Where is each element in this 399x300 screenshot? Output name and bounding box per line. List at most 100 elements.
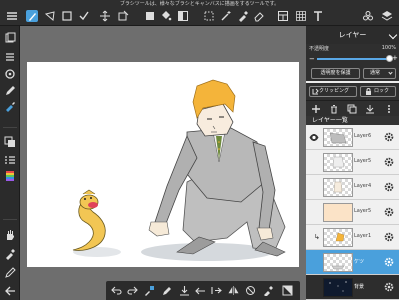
fill-icon[interactable] — [144, 10, 156, 22]
transform-icon[interactable] — [99, 10, 111, 22]
list-icon[interactable] — [4, 154, 16, 166]
square-icon[interactable] — [61, 10, 73, 22]
opacity-control: 不透明度 100% − + — [306, 44, 399, 67]
left-toolbar — [0, 26, 20, 300]
materials-icon[interactable] — [362, 10, 374, 22]
layer-row[interactable]: ↳ Layer1 — [306, 225, 399, 250]
no-touch-icon[interactable] — [245, 285, 256, 296]
grid-icon[interactable] — [295, 10, 307, 22]
pen-icon[interactable] — [4, 85, 16, 97]
layer-name: Layer5 — [354, 158, 372, 164]
minus-icon[interactable]: − — [309, 55, 315, 63]
clipping-label: クリッピング — [319, 88, 350, 94]
menu-icon[interactable] — [6, 10, 18, 22]
color-picker-icon[interactable] — [263, 285, 274, 296]
eyedropper-icon[interactable] — [4, 248, 16, 260]
plus-icon[interactable]: + — [392, 54, 398, 62]
delete-layer-icon[interactable] — [329, 104, 339, 114]
blend-mode-select[interactable]: 通常 — [363, 68, 396, 79]
export-icon[interactable] — [211, 285, 222, 296]
opacity-fill — [317, 58, 389, 60]
lock-button[interactable]: ロック — [360, 86, 396, 97]
gear-icon[interactable] — [383, 281, 395, 293]
clipping-button[interactable]: クリッピング — [309, 86, 357, 97]
toolbar-divider — [3, 127, 17, 128]
opacity-slider[interactable] — [317, 58, 389, 60]
gear-icon[interactable] — [383, 231, 395, 243]
layer-thumbnail — [323, 253, 353, 272]
bucket-icon[interactable] — [160, 10, 172, 22]
clip-lock-row: クリッピング ロック — [306, 83, 399, 100]
medibang-app: ブラシツールは、様々なブラシとキャンバスに描画をするツールです。 レイヤー 不透… — [0, 0, 399, 300]
redo-icon[interactable] — [127, 285, 138, 296]
gear-icon[interactable] — [383, 181, 395, 193]
protect-row: 透明度を保護 通常 — [306, 67, 399, 81]
layer-row[interactable]: 背景 — [306, 275, 399, 300]
layer-row[interactable]: Layer5 — [306, 150, 399, 175]
undo2-icon[interactable] — [195, 285, 206, 296]
color-icon[interactable] — [4, 136, 16, 148]
layer-row[interactable]: Layer6 — [306, 125, 399, 150]
gear-icon[interactable] — [383, 131, 395, 143]
layer-name: 背景 — [354, 284, 365, 290]
panel-header: レイヤー — [306, 26, 399, 44]
text-icon[interactable] — [312, 10, 324, 22]
layer-row[interactable]: Layer5 — [306, 200, 399, 225]
layers-panel-icon[interactable] — [381, 10, 393, 22]
panel-icon[interactable] — [282, 285, 293, 296]
gear-icon[interactable] — [383, 206, 395, 218]
panel-title: レイヤー — [338, 31, 367, 39]
brush-icon[interactable] — [26, 10, 38, 22]
gear-icon[interactable] — [383, 256, 395, 268]
layer-name: Layer4 — [354, 183, 372, 189]
pen-icon[interactable] — [162, 285, 173, 296]
layer-thumbnail — [323, 153, 353, 172]
eyedropper-icon[interactable] — [237, 10, 249, 22]
hand-icon[interactable] — [4, 229, 16, 241]
palette-icon[interactable] — [4, 170, 16, 182]
illustration — [72, 79, 286, 261]
layer-row[interactable]: Layer4 — [306, 175, 399, 200]
drawing-canvas[interactable] — [27, 62, 299, 267]
merge-layer-icon[interactable] — [365, 104, 375, 114]
protect-alpha-button[interactable]: 透明度を保護 — [311, 68, 360, 79]
layer-list-title: レイヤー一覧 — [312, 117, 348, 124]
more-icon[interactable] — [384, 104, 394, 114]
lock-label: ロック — [374, 88, 390, 94]
undo-icon[interactable] — [111, 285, 122, 296]
eraser-icon[interactable] — [253, 10, 265, 22]
layer-thumbnail — [323, 128, 353, 147]
brush-settings-icon[interactable] — [4, 100, 16, 112]
rotate-icon[interactable] — [4, 68, 16, 80]
gear-icon[interactable] — [383, 156, 395, 168]
bottom-toolbar — [106, 281, 300, 300]
layer-thumbnail — [323, 278, 353, 297]
color-swap-icon[interactable] — [144, 285, 155, 296]
lock-icon — [365, 88, 372, 95]
layer-row[interactable]: ケツ — [306, 250, 399, 275]
add-layer-icon[interactable] — [311, 104, 321, 114]
save-icon[interactable] — [179, 285, 190, 296]
layers-icon[interactable] — [4, 32, 16, 44]
magic-wand-icon[interactable] — [220, 10, 232, 22]
layer-thumbnail — [323, 203, 353, 222]
back-icon[interactable] — [4, 285, 16, 297]
top-toolbar: ブラシツールは、様々なブラシとキャンバスに描画をするツールです。 — [0, 0, 399, 26]
gradient-icon[interactable] — [177, 10, 189, 22]
navigator-icon[interactable] — [4, 51, 16, 63]
layer-name: ケツ — [354, 259, 365, 265]
selection-rect-icon[interactable] — [44, 10, 56, 22]
marquee-icon[interactable] — [203, 10, 215, 22]
crop-icon[interactable] — [117, 10, 129, 22]
visibility-eye-icon[interactable] — [309, 133, 319, 142]
layer-list-header: レイヤー一覧 — [306, 116, 399, 125]
duplicate-layer-icon[interactable] — [347, 104, 357, 114]
pencil-icon[interactable] — [4, 267, 16, 279]
layer-thumbnail — [323, 178, 353, 197]
layout-icon[interactable] — [277, 10, 289, 22]
layer-name: Layer6 — [354, 133, 372, 139]
opacity-label: 不透明度 — [309, 46, 330, 52]
check-icon[interactable] — [78, 10, 90, 22]
blend-mode-value: 通常 — [370, 70, 381, 76]
flip-icon[interactable] — [228, 285, 239, 296]
